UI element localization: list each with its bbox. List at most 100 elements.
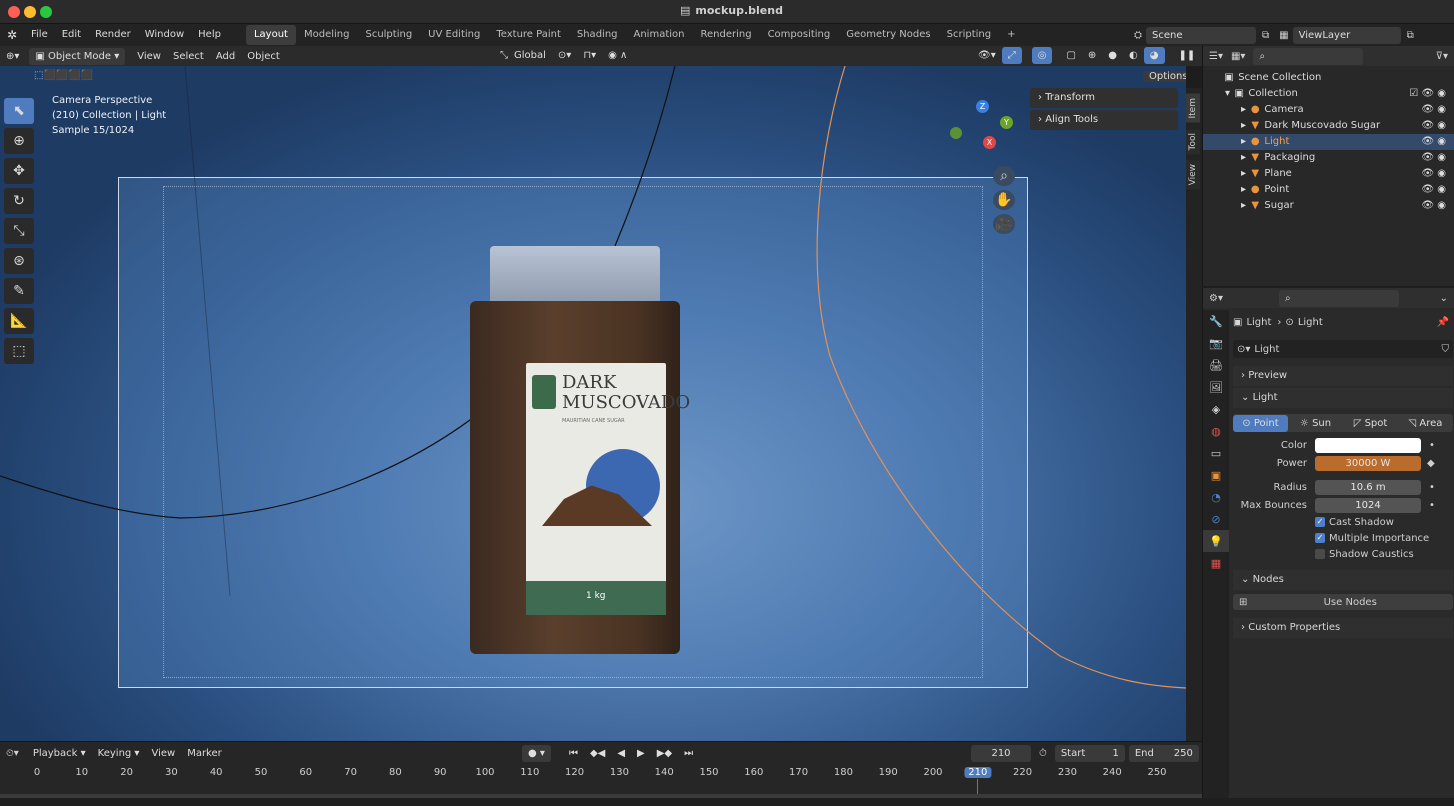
expand-icon[interactable]: ▸ [1241,152,1246,163]
tab-modeling[interactable]: Modeling [296,25,358,45]
light-data-tab-icon[interactable]: 💡 [1203,530,1229,552]
world-tab-icon[interactable]: ◍ [1203,420,1229,442]
section-preview[interactable]: › Preview [1233,366,1453,386]
expand-icon[interactable]: ▸ [1241,120,1246,131]
tab-tool[interactable]: Tool [1186,128,1200,154]
outliner-scene-collection[interactable]: ▣ Scene Collection [1203,70,1454,86]
tab-layout[interactable]: Layout [245,25,296,45]
navigation-gizmo[interactable]: Z Y X [950,100,1018,156]
collapse-icon[interactable]: ⌄ [1440,293,1448,304]
mode-selector[interactable]: ▣ Object Mode ▾ [29,47,126,65]
tab-view[interactable]: View [1186,159,1200,190]
tab-item[interactable]: Item [1186,94,1200,123]
light-type-area[interactable]: ◹ Area [1398,415,1453,432]
visibility-toggles[interactable]: 👁 ◉ [1421,150,1446,166]
filter-icon[interactable]: ⊽▾ [1436,51,1448,62]
menu-select[interactable]: Select [167,48,210,65]
object-tab-icon[interactable]: ▣ [1203,464,1229,486]
timeline-editor-icon[interactable]: ⏲▾ [6,748,19,759]
pause-render-icon[interactable]: ❚❚ [1173,47,1202,64]
keyframe-dot-icon[interactable]: • [1429,500,1435,511]
section-light[interactable]: ⌄ Light [1233,388,1453,408]
expand-icon[interactable]: ▸ [1241,184,1246,195]
properties-search-input[interactable]: ⌕ [1278,289,1399,307]
section-custom-properties[interactable]: › Custom Properties [1233,618,1453,638]
fake-user-icon[interactable]: ⛉ [1442,344,1450,355]
gizmo-y-axis[interactable]: Y [1000,116,1013,129]
outliner-item-sugar[interactable]: ▸ ▼ Sugar 👁 ◉ [1203,198,1454,214]
menu-edit[interactable]: Edit [55,24,88,46]
minimize-window-button[interactable] [24,6,36,18]
outliner-item-light[interactable]: ▸ ● Light 👁 ◉ [1203,134,1454,150]
visibility-toggles[interactable]: 👁 ◉ [1421,198,1446,214]
expand-icon[interactable]: ▸ [1241,200,1246,211]
outliner-search-input[interactable]: ⌕ [1253,47,1364,65]
tab-scripting[interactable]: Scripting [939,25,999,45]
visibility-toggles[interactable]: ☑ 👁 ◉ [1409,86,1446,102]
tool-tab-icon[interactable]: 🔧 [1203,310,1229,332]
wireframe-shading-icon[interactable]: ⊕ [1082,47,1102,64]
play-icon[interactable]: ▶ [631,745,651,762]
jump-start-icon[interactable]: ⏮ [563,745,584,762]
overlay-icon[interactable]: ◎ [1031,47,1053,64]
end-frame-field[interactable]: End 250 [1128,745,1199,762]
add-workspace-icon[interactable]: + [999,25,1023,45]
shadow-caustics-checkbox[interactable] [1315,549,1325,559]
section-nodes[interactable]: ⌄ Nodes [1233,570,1453,590]
zoom-icon[interactable]: ⌕ [993,166,1015,186]
pin-icon[interactable]: 📌 [1437,314,1449,332]
3d-viewport[interactable]: ⬚⬛⬛⬛⬛ Options ▾ ⬉ ⊕ ✥ ↻ ⤡ ⊛ ✎ 📐 ⬚ Camera… [0,66,1186,741]
gizmo-neg-y-axis[interactable] [950,127,962,139]
expand-icon[interactable]: ▸ [1241,168,1246,179]
prev-keyframe-icon[interactable]: ◆◀ [584,745,611,762]
tab-animation[interactable]: Animation [626,25,693,45]
visibility-icon[interactable]: 👁▾ [972,47,1002,64]
power-field[interactable]: 30000 W [1315,455,1421,471]
gizmo-x-axis[interactable]: X [983,136,996,149]
jump-end-icon[interactable]: ⏭ [678,745,699,762]
visibility-toggles[interactable]: 👁 ◉ [1421,102,1446,118]
panel-align-tools[interactable]: › Align Tools [1030,110,1178,130]
menu-help[interactable]: Help [191,24,228,46]
view-layer-tab-icon[interactable]: 🖼 [1203,376,1229,398]
scene-tab-icon[interactable]: ◈ [1203,398,1229,420]
constraints-tab-icon[interactable]: ⊘ [1203,508,1229,530]
menu-keying[interactable]: Keying ▾ [92,745,146,762]
multiple-importance-checkbox[interactable]: ✓ [1315,533,1325,543]
menu-view[interactable]: View [131,48,167,65]
light-type-sun[interactable]: ☼ Sun [1288,415,1343,432]
cast-shadow-checkbox[interactable]: ✓ [1315,517,1325,527]
outliner-item-dark-muscovado-sugar[interactable]: ▸ ▼ Dark Muscovado Sugar 👁 ◉ [1203,118,1454,134]
menu-timeline-view[interactable]: View [145,745,181,762]
close-window-button[interactable] [8,6,20,18]
current-frame-field[interactable]: 210 [971,745,1031,762]
scene-selector[interactable]: Scene [1146,27,1256,44]
play-reverse-icon[interactable]: ◀ [611,745,631,762]
gizmo-icon[interactable]: ⤢ [1001,47,1022,64]
material-shading-icon[interactable]: ◐ [1123,47,1144,64]
menu-file[interactable]: File [24,24,55,46]
menu-playback[interactable]: Playback ▾ [27,745,92,762]
menu-render[interactable]: Render [88,24,138,46]
xray-icon[interactable]: ▢ [1060,47,1081,64]
copy-layer-icon[interactable]: ⧉ [1407,30,1414,41]
properties-type-icon[interactable]: ⚙▾ [1209,293,1223,304]
gizmo-z-axis[interactable]: Z [976,100,989,113]
menu-object[interactable]: Object [241,48,286,65]
color-swatch[interactable] [1315,437,1421,453]
tab-uv-editing[interactable]: UV Editing [420,25,488,45]
camera-view-icon[interactable]: 🎥 [993,214,1015,234]
pivot-icon[interactable]: ⊙▾ [552,47,577,64]
expand-icon[interactable]: ▸ [1241,136,1246,147]
physics-tab-icon[interactable]: ◔ [1203,486,1229,508]
panel-transform[interactable]: › Transform [1030,88,1178,108]
solid-shading-icon[interactable]: ● [1102,47,1123,64]
outliner-item-point[interactable]: ▸ ● Point 👁 ◉ [1203,182,1454,198]
tab-texture-paint[interactable]: Texture Paint [488,25,569,45]
light-datablock-selector[interactable]: ⊙▾ Light ⛉ [1233,340,1453,358]
tab-rendering[interactable]: Rendering [692,25,759,45]
keyframe-dot-icon[interactable]: • [1429,482,1435,493]
render-tab-icon[interactable]: 📷 [1203,332,1229,354]
display-mode-icon[interactable]: ▦▾ [1231,51,1245,62]
next-keyframe-icon[interactable]: ▶◆ [651,745,678,762]
